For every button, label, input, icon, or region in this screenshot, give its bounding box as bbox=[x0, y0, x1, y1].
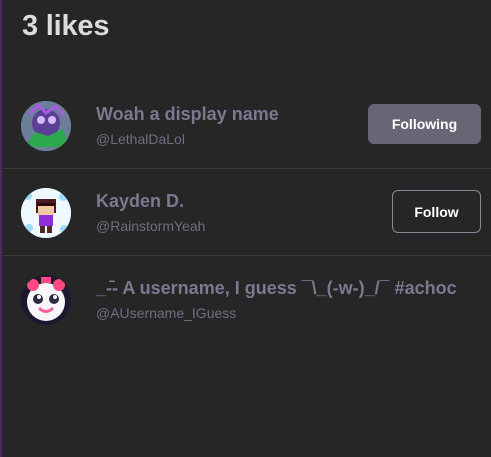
likes-panel: 3 likes Woah a display name @LethalDaLol… bbox=[0, 0, 491, 457]
user-display-name[interactable]: Woah a display name bbox=[96, 104, 279, 125]
user-handle[interactable]: @AUsername_IGuess bbox=[96, 305, 236, 321]
like-row: Woah a display name @LethalDaLol Followi… bbox=[0, 82, 491, 168]
user-avatar[interactable] bbox=[21, 101, 71, 151]
following-button[interactable]: Following bbox=[368, 104, 481, 144]
avatar-image-icon bbox=[21, 275, 71, 325]
avatar-image-icon bbox=[21, 101, 71, 151]
like-row: Kayden D. @RainstormYeah Follow bbox=[0, 168, 491, 255]
user-handle[interactable]: @RainstormYeah bbox=[96, 218, 205, 234]
user-display-name[interactable]: Kayden D. bbox=[96, 191, 184, 212]
user-avatar[interactable] bbox=[21, 275, 71, 325]
avatar-image-icon bbox=[21, 188, 71, 238]
like-row: _-̄- A username, I guess ¯\_(-w-)_/¯ #ac… bbox=[0, 255, 491, 342]
user-display-name[interactable]: _-̄- A username, I guess ¯\_(-w-)_/¯ #ac… bbox=[96, 278, 457, 299]
user-handle[interactable]: @LethalDaLol bbox=[96, 131, 185, 147]
user-avatar[interactable] bbox=[21, 188, 71, 238]
likes-list: Woah a display name @LethalDaLol Followi… bbox=[0, 82, 491, 342]
follow-button[interactable]: Follow bbox=[392, 190, 481, 233]
likes-title: 3 likes bbox=[22, 10, 110, 42]
